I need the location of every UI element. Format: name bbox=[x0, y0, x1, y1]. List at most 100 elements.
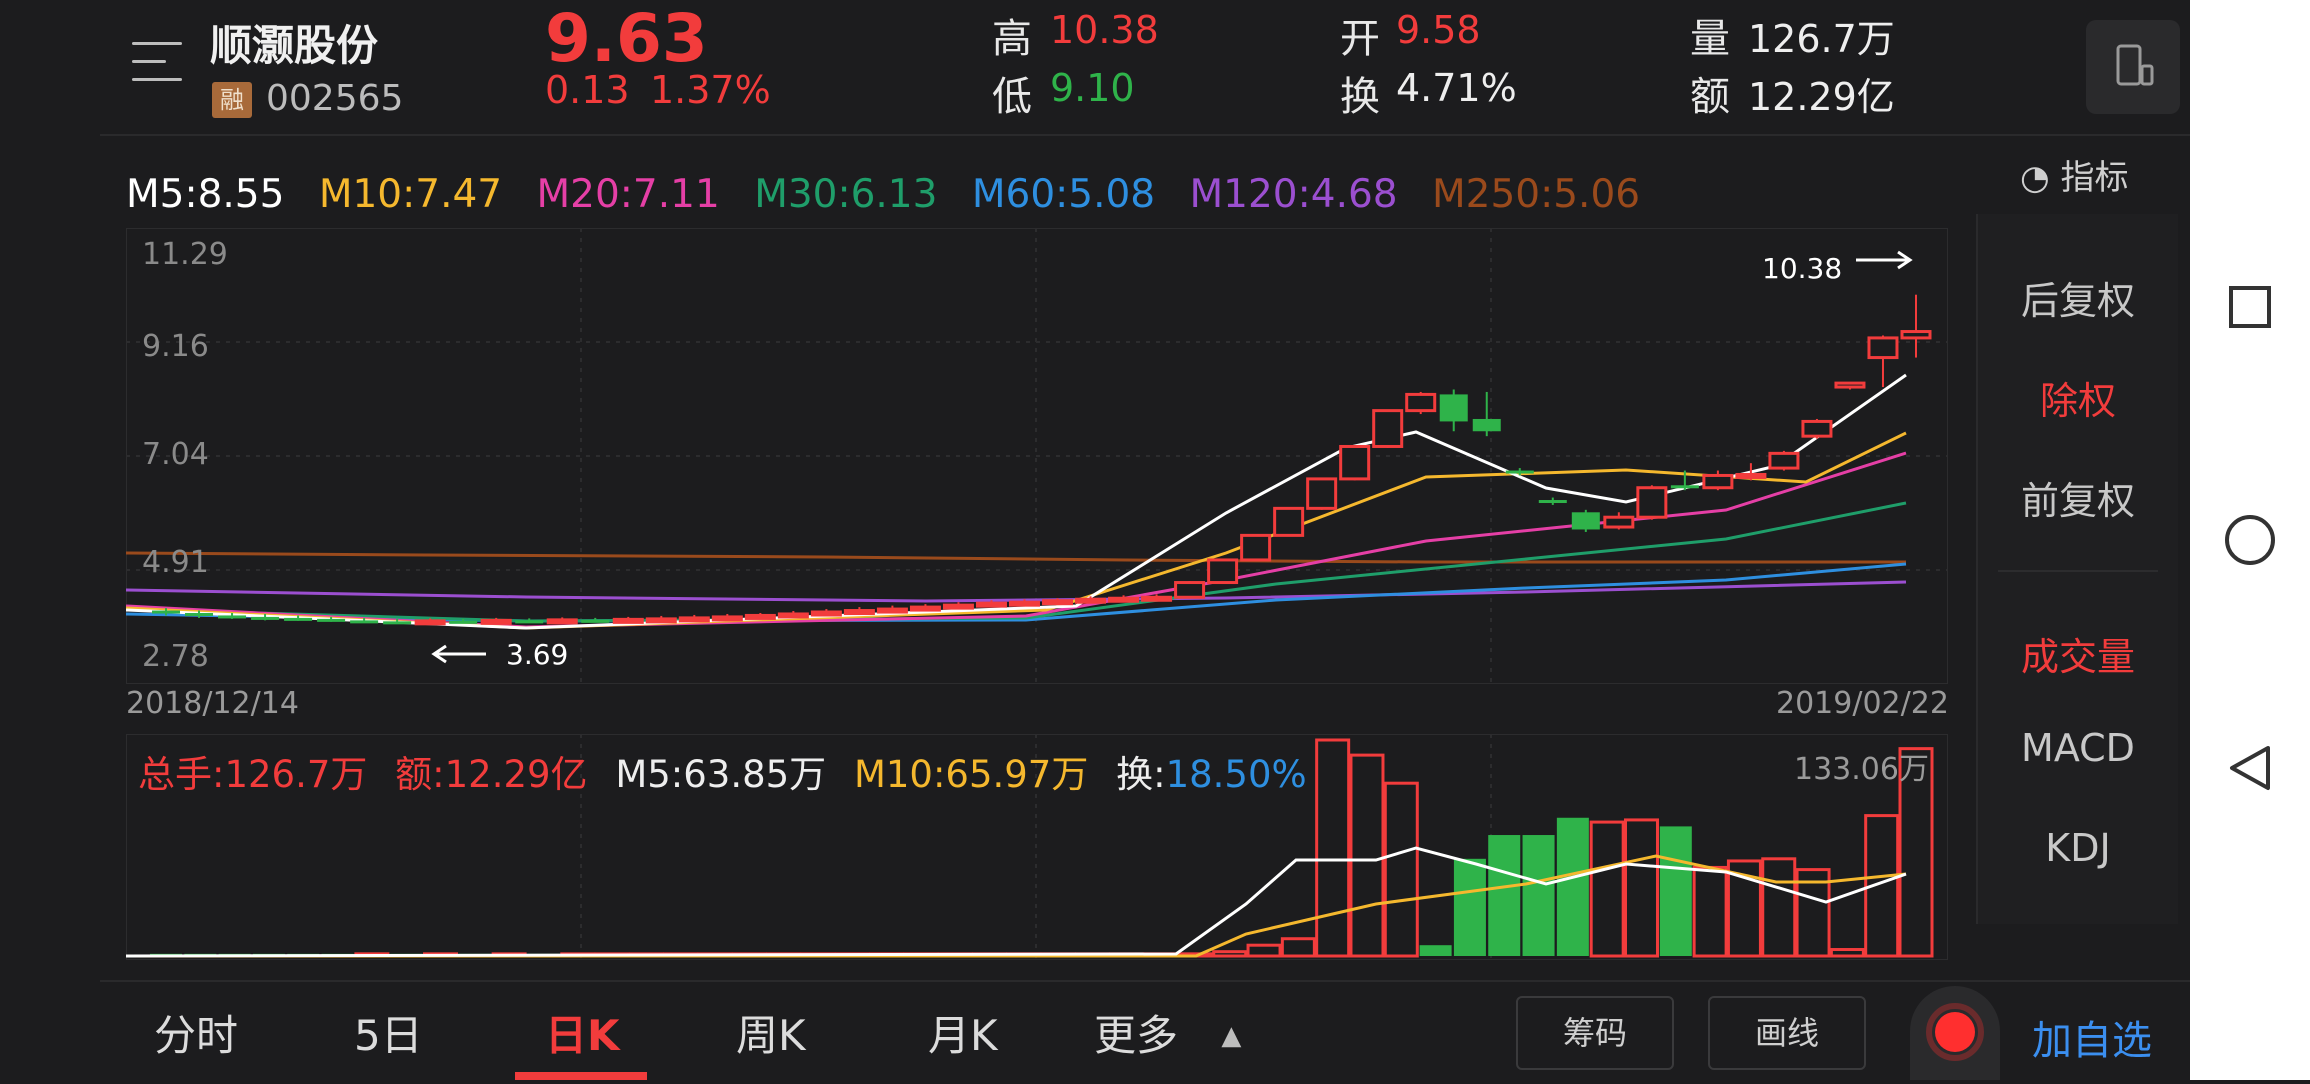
open-label: 开 bbox=[1340, 16, 1380, 62]
candle-body bbox=[1603, 515, 1635, 529]
volume-bar bbox=[1556, 817, 1589, 956]
record-dot-icon bbox=[1926, 1003, 1984, 1061]
candle-body bbox=[975, 601, 1007, 608]
margin-badge: 融 bbox=[212, 82, 252, 118]
candle-body bbox=[1867, 336, 1899, 360]
candle-body bbox=[1372, 409, 1404, 448]
candle-body bbox=[1702, 473, 1734, 490]
candle-body bbox=[317, 618, 346, 622]
y-tick-1: 11.29 bbox=[142, 237, 228, 272]
chips-button[interactable]: 筹码 bbox=[1516, 996, 1674, 1070]
candle-body bbox=[909, 605, 941, 612]
volume-bar bbox=[1623, 818, 1659, 958]
candle-body bbox=[414, 619, 446, 626]
min-marker-label: 3.69 bbox=[506, 638, 568, 671]
y-tick-4: 4.91 bbox=[142, 545, 209, 580]
candle-body bbox=[449, 620, 478, 624]
volume-bar bbox=[1349, 753, 1385, 958]
draw-button[interactable]: 画线 bbox=[1708, 996, 1866, 1070]
volume-bar bbox=[1692, 865, 1728, 958]
ma20-label: M20:7.11 bbox=[536, 172, 720, 217]
back-icon[interactable] bbox=[2230, 746, 2270, 790]
candle-body bbox=[1306, 477, 1338, 510]
candle-body bbox=[581, 619, 610, 623]
low-value: 9.10 bbox=[1050, 66, 1135, 110]
landscape-toggle-button[interactable] bbox=[2086, 20, 2180, 114]
tab-five-day[interactable]: 5日 bbox=[354, 1002, 423, 1063]
volume-label: 量 bbox=[1690, 16, 1730, 62]
tab-month-k[interactable]: 月K bbox=[928, 1002, 998, 1063]
volume-bar bbox=[1280, 937, 1316, 958]
candle-body bbox=[284, 617, 313, 621]
indicator-button[interactable]: ◔ 指标 bbox=[2020, 150, 2128, 199]
candle-body bbox=[1405, 392, 1437, 413]
candle-body bbox=[1900, 330, 1932, 340]
high-label: 高 bbox=[992, 16, 1032, 62]
add-watchlist-button[interactable]: 加自选 bbox=[2032, 1008, 2152, 1066]
ma120-label: M120:4.68 bbox=[1189, 172, 1398, 217]
volume-bar bbox=[1761, 857, 1797, 958]
candle-body bbox=[1538, 500, 1567, 504]
candle-body bbox=[1174, 581, 1206, 599]
candle-body bbox=[1141, 595, 1173, 602]
y-tick-3: 7.04 bbox=[142, 437, 209, 472]
adj-before-button[interactable]: 前复权 bbox=[1978, 470, 2178, 525]
ma10-label: M10:7.47 bbox=[318, 172, 503, 217]
ma30-label: M30:6.13 bbox=[754, 172, 938, 217]
candle-body bbox=[876, 607, 908, 614]
stock-name: 顺灏股份 bbox=[210, 21, 379, 70]
candle-body bbox=[515, 620, 544, 624]
home-icon[interactable] bbox=[2225, 515, 2275, 565]
volume-value: 126.7万 bbox=[1748, 17, 1895, 61]
macd-button[interactable]: MACD bbox=[1978, 726, 2178, 770]
menu-button[interactable] bbox=[132, 40, 188, 88]
volume-bar bbox=[1246, 943, 1282, 958]
volume-bar bbox=[1212, 950, 1248, 958]
volume-bar bbox=[1315, 738, 1351, 958]
volume-max: 133.06万 bbox=[1794, 752, 1929, 787]
candlestick-chart[interactable]: 11.29 9.16 7.04 4.91 2.78 10.38 3.69 bbox=[126, 228, 1948, 684]
candles bbox=[152, 294, 1932, 626]
adj-after-button[interactable]: 后复权 bbox=[1978, 270, 2178, 325]
candle-body bbox=[1768, 451, 1800, 470]
tab-week-k[interactable]: 周K bbox=[736, 1002, 806, 1063]
current-price: 9.63 bbox=[545, 0, 708, 77]
volume-legend: 总手:126.7万 额:12.29亿 M5:63.85万 M10:65.97万 … bbox=[138, 744, 1307, 798]
candle-body bbox=[1008, 600, 1040, 607]
tab-more[interactable]: 更多 ▲ bbox=[1094, 1002, 1241, 1063]
candle-body bbox=[612, 617, 644, 624]
candle-body bbox=[810, 610, 842, 617]
record-button[interactable] bbox=[1910, 986, 2000, 1080]
adj-none-button[interactable]: 除权 bbox=[1978, 370, 2178, 425]
candle-body bbox=[1670, 485, 1699, 489]
candle-body bbox=[350, 620, 379, 624]
high-value: 10.38 bbox=[1050, 8, 1159, 52]
date-start: 2018/12/14 bbox=[126, 686, 299, 721]
candle-body bbox=[1273, 506, 1305, 537]
phone-rotate-icon bbox=[2116, 44, 2154, 86]
candle-body bbox=[1834, 381, 1866, 389]
date-end: 2019/02/22 bbox=[1776, 686, 1949, 721]
volume-bar bbox=[1419, 945, 1452, 956]
candle-body bbox=[1075, 597, 1107, 604]
candle-body bbox=[480, 618, 512, 625]
candle-body bbox=[1240, 533, 1272, 562]
amount-value: 12.29亿 bbox=[1748, 75, 1895, 119]
tab-minute[interactable]: 分时 bbox=[154, 1002, 238, 1063]
candle-body bbox=[678, 616, 710, 623]
gauge-icon: ◔ bbox=[2020, 158, 2050, 198]
header-divider bbox=[100, 134, 2190, 136]
candle-body bbox=[1801, 419, 1833, 438]
turnover-value: 4.71% bbox=[1396, 66, 1517, 110]
candle-body bbox=[942, 603, 974, 610]
tab-day-k[interactable]: 日K bbox=[545, 1002, 620, 1063]
recents-icon[interactable] bbox=[2229, 286, 2271, 328]
turnover-value: 18.50% bbox=[1165, 753, 1307, 796]
candle-body bbox=[1207, 558, 1239, 585]
candle-body bbox=[546, 618, 578, 625]
kdj-button[interactable]: KDJ bbox=[1978, 826, 2178, 870]
candle-body bbox=[185, 612, 214, 616]
volume-indicator-button[interactable]: 成交量 bbox=[1978, 626, 2178, 681]
candle-body bbox=[744, 613, 776, 620]
volume-bar bbox=[1453, 858, 1486, 956]
